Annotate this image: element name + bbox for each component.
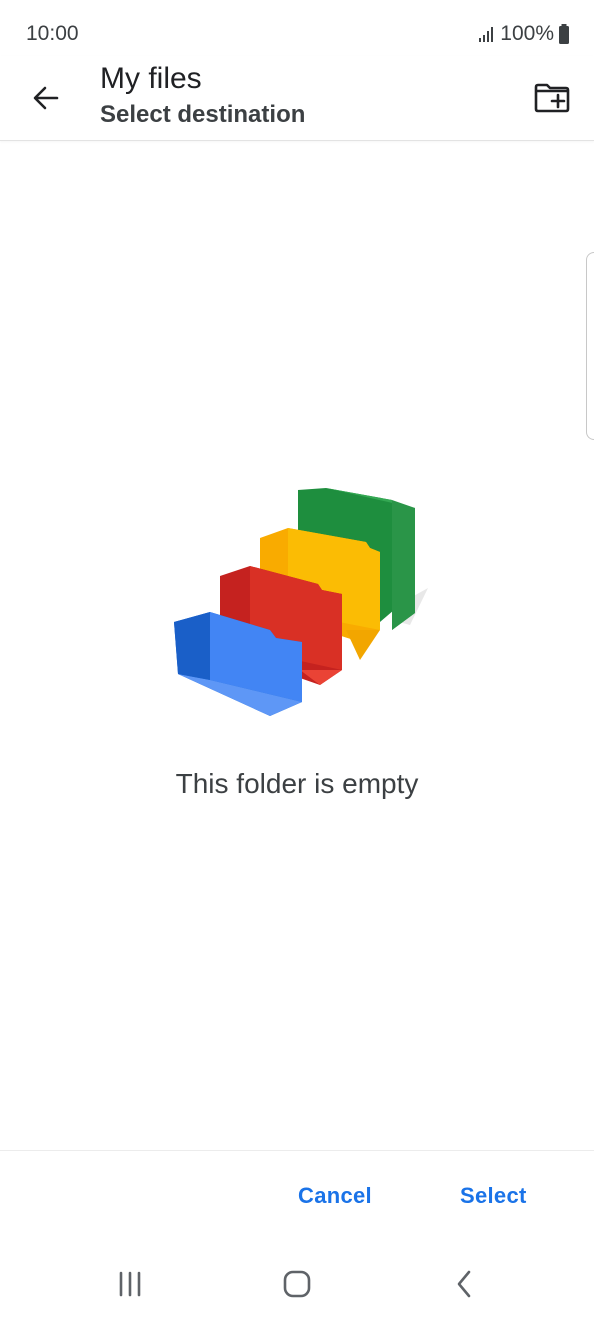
title-block: My files Select destination	[100, 60, 305, 132]
page-subtitle: Select destination	[100, 101, 306, 128]
status-time: 10:00	[26, 22, 79, 45]
system-navigation-bar	[0, 1244, 594, 1322]
empty-folder-message: This folder is empty	[175, 768, 419, 799]
home-button[interactable]	[277, 1264, 317, 1304]
action-bar-divider	[0, 1150, 594, 1151]
create-new-folder-icon	[534, 83, 570, 113]
empty-folders-illustration	[174, 488, 428, 716]
status-icons: 100%	[478, 22, 570, 46]
battery-icon	[559, 24, 569, 44]
file-picker-screen: 10:00 100% My files Select destination T…	[0, 0, 594, 1322]
scroll-indicator[interactable]	[586, 252, 594, 440]
create-folder-button[interactable]	[528, 74, 576, 122]
nav-back-icon	[457, 1270, 471, 1298]
recents-button[interactable]	[110, 1264, 150, 1304]
nav-back-button[interactable]	[444, 1264, 484, 1304]
page-title: My files	[100, 62, 202, 95]
home-icon	[283, 1270, 311, 1298]
signal-icon	[479, 27, 494, 42]
back-button[interactable]	[22, 74, 70, 122]
arrow-back-icon	[33, 86, 59, 110]
app-bar: My files Select destination	[0, 56, 594, 141]
select-button[interactable]: Select	[460, 1170, 527, 1222]
battery-percentage: 100%	[500, 22, 554, 45]
recents-icon	[119, 1271, 141, 1297]
cancel-button[interactable]: Cancel	[298, 1170, 372, 1222]
